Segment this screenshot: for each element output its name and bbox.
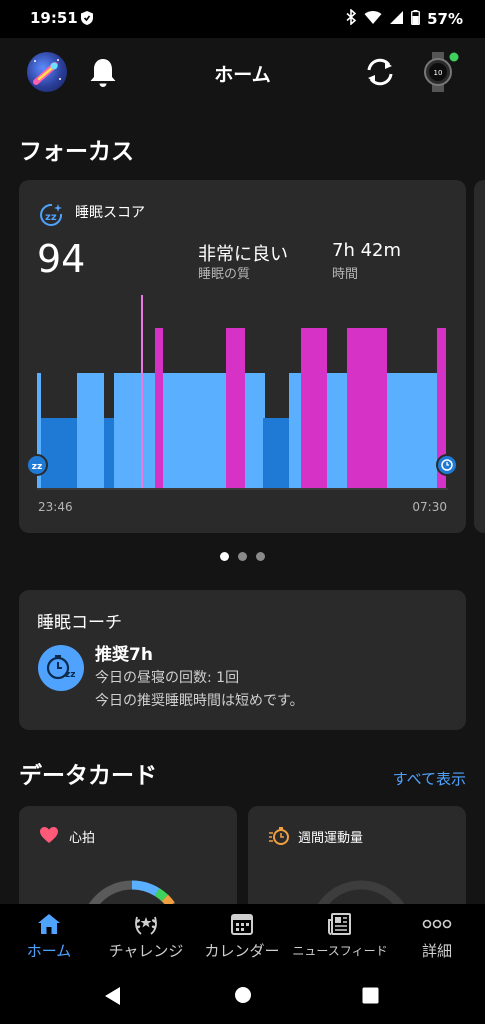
wake-time-icon — [436, 454, 458, 476]
system-navigation-bar — [0, 966, 485, 1024]
heart-rate-label: 心拍 — [69, 831, 96, 846]
wifi-icon — [364, 10, 382, 29]
nav-item-home[interactable]: ホーム — [10, 904, 88, 966]
page-title: ホーム — [214, 64, 271, 86]
sleep-coach-card[interactable]: 睡眠コーチ zz 推奨7h 今日の昼寝の回数: 1回 今日の推奨睡眠時間は短めで… — [19, 590, 466, 730]
system-indicators: 57% — [345, 8, 463, 29]
sleep-coach-nap-count: 今日の昼寝の回数: 1回 — [95, 670, 240, 686]
recents-icon[interactable] — [362, 987, 379, 1008]
laurel-icon — [132, 912, 160, 942]
show-all-link[interactable]: すべて表示 — [393, 768, 466, 789]
sleep-coach-icon: zz — [38, 645, 84, 691]
calendar-icon — [230, 912, 254, 940]
carousel-page-dots — [0, 552, 485, 561]
nav-label-home: ホーム — [26, 942, 72, 960]
svg-text:zz: zz — [45, 212, 57, 223]
sleep-coach-headline: 推奨7h — [95, 645, 153, 665]
weekly-activity-gauge — [317, 880, 405, 904]
sleep-coach-title: 睡眠コーチ — [37, 613, 122, 633]
nav-item-challenge[interactable]: チャレンジ — [98, 904, 194, 966]
status-bar: 19:51 57% — [0, 0, 485, 38]
sync-icon[interactable] — [364, 57, 396, 91]
sleep-duration-value: 7h 42m — [332, 240, 402, 261]
nav-item-more[interactable]: 詳細 — [398, 904, 476, 966]
sleep-start-icon: zz — [26, 454, 48, 476]
home-icon — [36, 912, 62, 940]
battery-icon — [411, 9, 421, 29]
nav-label-challenge: チャレンジ — [108, 942, 184, 960]
home-content[interactable]: フォーカス zz 睡眠スコア 94 非常に良い 睡眠の質 7h 42m 時間 z… — [0, 106, 485, 904]
sleep-score-label: 睡眠スコア — [75, 205, 145, 221]
sleep-duration-label: 時間 — [332, 267, 359, 282]
nav-label-more: 詳細 — [421, 942, 452, 960]
battery-percent: 57% — [427, 10, 463, 28]
data-cards-section-title: データカード — [19, 763, 157, 789]
next-focus-card[interactable] — [474, 180, 485, 533]
more-icon — [422, 912, 452, 940]
shield-icon — [80, 10, 94, 30]
nav-label-calendar: カレンダー — [204, 942, 280, 960]
page-dot-3[interactable] — [256, 552, 265, 561]
awake-marker — [141, 295, 143, 488]
svg-text:zz: zz — [32, 462, 42, 472]
sleep-stage-chart: zz — [26, 295, 458, 490]
sleep-score-icon: zz — [39, 202, 65, 232]
stopwatch-flame-icon — [268, 826, 290, 850]
signal-icon — [389, 10, 404, 29]
heart-rate-card[interactable]: 心拍 — [19, 806, 237, 904]
svg-text:10: 10 — [434, 69, 443, 77]
nav-label-newsfeed: ニュースフィード — [292, 944, 388, 958]
bluetooth-icon — [345, 8, 357, 29]
svg-text:zz: zz — [65, 670, 75, 680]
sleep-quality-label: 睡眠の質 — [198, 267, 251, 282]
weekly-activity-card[interactable]: 週間運動量 — [248, 806, 466, 904]
sleep-score-card[interactable]: zz 睡眠スコア 94 非常に良い 睡眠の質 7h 42m 時間 zz 23:4… — [19, 180, 466, 533]
sleep-score-value: 94 — [37, 237, 86, 281]
nav-item-calendar[interactable]: カレンダー — [196, 904, 288, 966]
nav-item-newsfeed[interactable]: ニュースフィード — [288, 904, 392, 966]
bottom-navigation: ホーム チャレンジ カレンダー ニュースフィード 詳細 — [0, 904, 485, 966]
heart-rate-gauge — [88, 880, 176, 904]
newsfeed-icon — [327, 912, 353, 940]
app-header: ホーム 10 — [0, 38, 485, 106]
page-dot-1[interactable] — [220, 552, 229, 561]
sleep-start-time: 23:46 — [38, 500, 73, 514]
status-time: 19:51 — [30, 9, 78, 27]
sleep-coach-advice: 今日の推奨睡眠時間は短めです。 — [95, 693, 304, 709]
sleep-end-time: 07:30 — [412, 500, 447, 514]
weekly-activity-label: 週間運動量 — [298, 831, 364, 846]
light-sleep-late — [163, 373, 437, 488]
back-icon[interactable] — [103, 986, 121, 1010]
page-dot-2[interactable] — [238, 552, 247, 561]
home-button-icon[interactable] — [234, 986, 252, 1008]
focus-section-title: フォーカス — [19, 139, 134, 165]
watch-device-icon[interactable]: 10 — [420, 50, 462, 98]
heart-icon — [39, 826, 59, 848]
